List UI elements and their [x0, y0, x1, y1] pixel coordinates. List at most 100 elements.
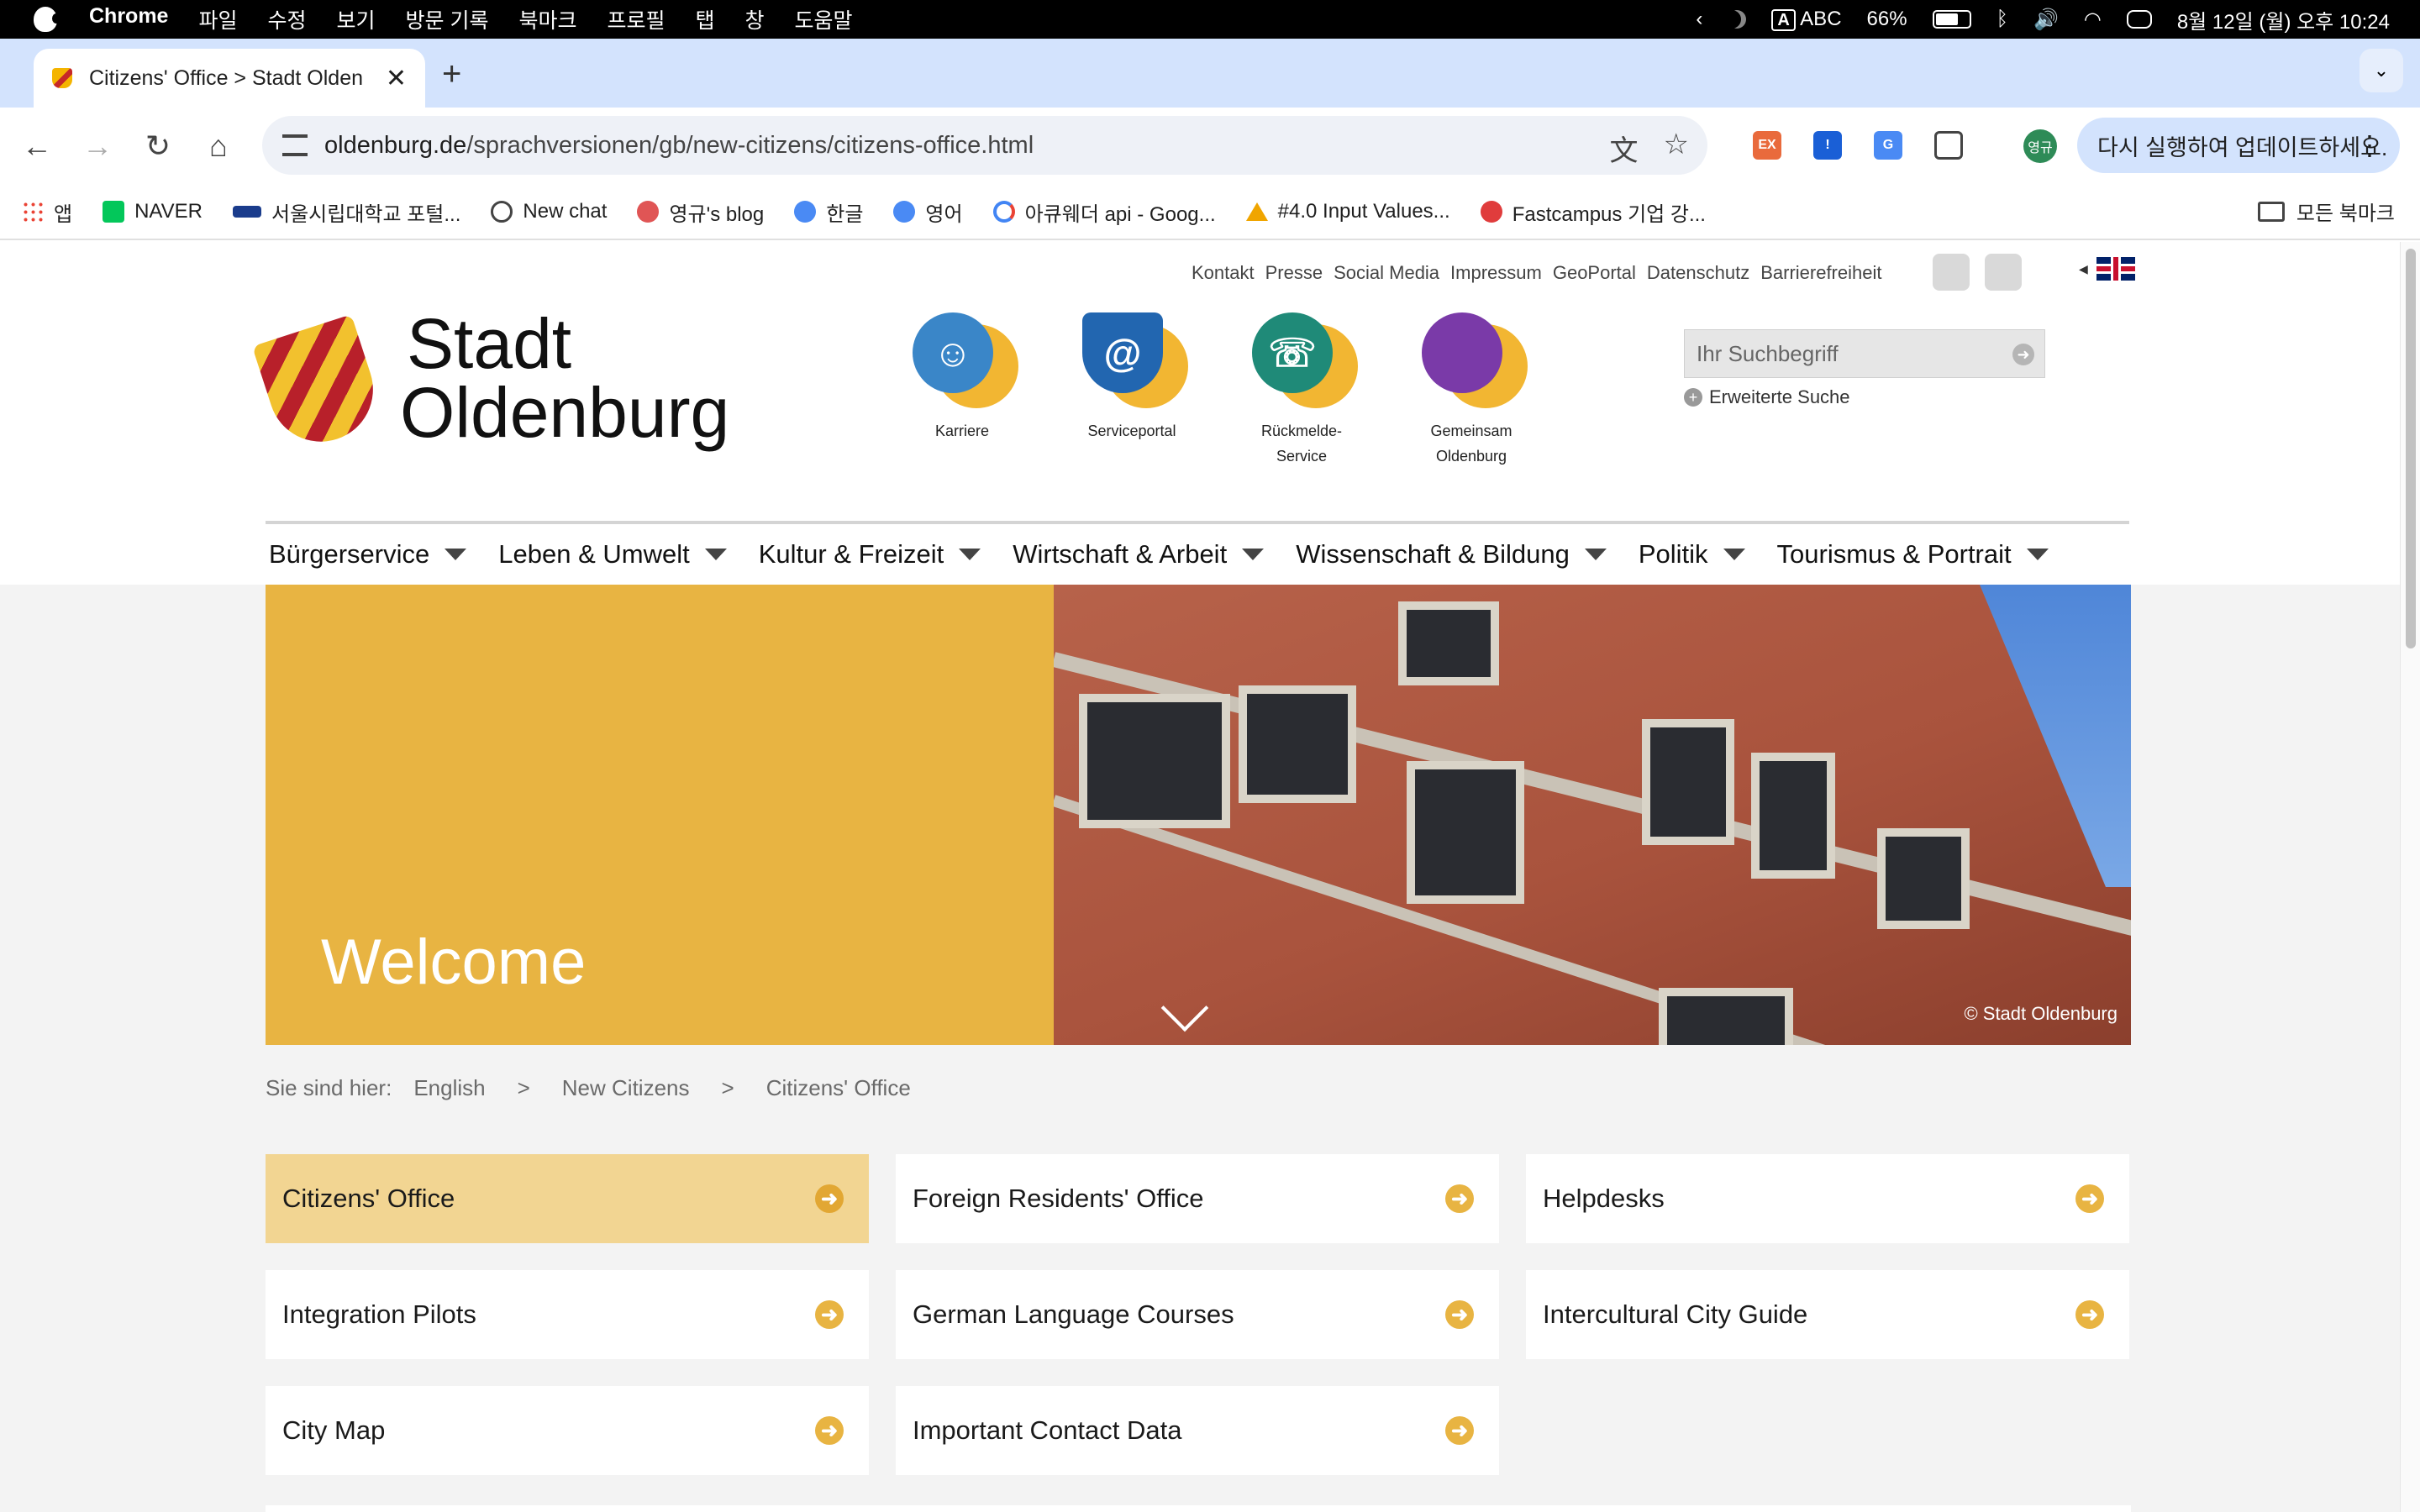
address-bar[interactable]: oldenburg.de/sprachversionen/gb/new-citi…: [262, 116, 1707, 175]
bookmark-naver[interactable]: NAVER: [103, 200, 203, 223]
quicklink-label: Rückmelde-Service: [1260, 423, 1343, 465]
menu-tab[interactable]: 탭: [696, 4, 715, 34]
menu-bookmarks[interactable]: 북마크: [518, 4, 576, 34]
scrollbar-thumb[interactable]: [2406, 249, 2416, 648]
all-bookmarks[interactable]: 모든 북마크: [2257, 197, 2395, 226]
tile-city-map[interactable]: City Map ➜: [266, 1386, 869, 1475]
link-geoportal[interactable]: GeoPortal: [1553, 262, 1636, 284]
google-translate-icon[interactable]: G: [1874, 131, 1902, 160]
link-datenschutz[interactable]: Datenschutz: [1647, 262, 1749, 284]
advanced-search-label: Erweiterte Suche: [1709, 386, 1850, 407]
bookmark-apps[interactable]: 앱: [22, 197, 72, 227]
nav-tourismus-portrait[interactable]: Tourismus & Portrait: [1777, 539, 2049, 570]
apple-logo-icon[interactable]: [34, 7, 60, 32]
menu-window[interactable]: 창: [745, 4, 765, 34]
breadcrumb-citizens-office[interactable]: Citizens' Office: [766, 1075, 911, 1101]
tile-integration-pilots[interactable]: Integration Pilots ➜: [266, 1270, 869, 1359]
breadcrumb-new-citizens[interactable]: New Citizens: [562, 1075, 690, 1101]
nav-wirtschaft-arbeit[interactable]: Wirtschaft & Arbeit: [1013, 539, 1265, 570]
bookmark-blog[interactable]: 영규's blog: [637, 197, 764, 227]
link-barrierefreiheit[interactable]: Barrierefreiheit: [1760, 262, 1881, 284]
home-icon[interactable]: ⌂: [197, 124, 240, 168]
bookmark-english[interactable]: 영어: [893, 197, 963, 227]
image-credit: © Stadt Oldenburg: [1964, 1003, 2118, 1024]
page-scrollbar[interactable]: [2400, 242, 2420, 1512]
tile-german-language-courses[interactable]: German Language Courses ➜: [896, 1270, 1499, 1359]
menu-file[interactable]: 파일: [198, 4, 237, 34]
tab-citizens-office[interactable]: Citizens' Office > Stadt Olden ✕: [34, 49, 425, 108]
kebab-menu-icon[interactable]: ⋮: [2356, 129, 2383, 161]
speech-bubbles-icon: [1415, 312, 1528, 413]
menu-app-name[interactable]: Chrome: [89, 4, 168, 34]
menu-help[interactable]: 도움말: [795, 4, 853, 34]
link-social-media[interactable]: Social Media: [1334, 262, 1439, 284]
bookmark-accuweather[interactable]: 아큐웨더 api - Goog...: [992, 197, 1216, 227]
nav-wissenschaft-bildung[interactable]: Wissenschaft & Bildung: [1296, 539, 1607, 570]
easy-language-icon[interactable]: [1933, 254, 1970, 291]
back-arrow-icon[interactable]: ←: [15, 124, 59, 168]
menu-edit[interactable]: 수정: [267, 4, 306, 34]
hero-window: [1751, 753, 1835, 879]
link-presse[interactable]: Presse: [1265, 262, 1323, 284]
translate-icon[interactable]: 文: [1610, 128, 1639, 169]
battery-icon[interactable]: [1932, 10, 1971, 29]
language-switcher[interactable]: ◀: [2079, 257, 2135, 281]
tile-important-contact-data[interactable]: Important Contact Data ➜: [896, 1386, 1499, 1475]
extension-ex-icon[interactable]: EX: [1753, 131, 1781, 160]
chevron-left-icon[interactable]: ‹: [1696, 8, 1702, 31]
site-logo[interactable]: Stadt Oldenburg: [252, 308, 738, 455]
bluetooth-icon[interactable]: ᛒ: [1996, 8, 2008, 31]
nav-kultur-freizeit[interactable]: Kultur & Freizeit: [759, 539, 981, 570]
new-tab-plus-icon[interactable]: +: [442, 55, 461, 93]
nav-politik[interactable]: Politik: [1639, 539, 1745, 570]
advanced-search-link[interactable]: + Erweiterte Suche: [1684, 386, 1850, 408]
menu-history[interactable]: 방문 기록: [406, 4, 489, 34]
tile-label: Helpdesks: [1543, 1184, 1665, 1213]
quicklink-gemeinsam-oldenburg[interactable]: Gemeinsam Oldenburg: [1408, 312, 1534, 469]
bookmark-new-chat[interactable]: New chat: [491, 200, 607, 223]
profile-avatar[interactable]: 영규: [2023, 129, 2057, 163]
hero-title-panel: Welcome: [266, 585, 1054, 1045]
clock[interactable]: 8월 12일 (월) 오후 10:24: [2177, 5, 2390, 34]
site-search-input[interactable]: Ihr Suchbegriff ➜: [1684, 329, 2045, 378]
search-submit-arrow-icon[interactable]: ➜: [2012, 344, 2034, 365]
menu-view[interactable]: 보기: [337, 4, 376, 34]
tile-citizens-office[interactable]: Citizens' Office ➜: [266, 1154, 869, 1243]
input-source[interactable]: A ABC: [1771, 8, 1842, 31]
bookmark-input-values[interactable]: #4.0 Input Values...: [1245, 200, 1450, 223]
tile-foreign-residents-office[interactable]: Foreign Residents' Office ➜: [896, 1154, 1499, 1243]
menu-profile[interactable]: 프로필: [607, 4, 665, 34]
link-kontakt[interactable]: Kontakt: [1192, 262, 1255, 284]
reload-icon[interactable]: ↻: [136, 124, 180, 168]
site-info-icon[interactable]: [282, 134, 308, 156]
nav-leben-umwelt[interactable]: Leben & Umwelt: [498, 539, 727, 570]
close-tab-icon[interactable]: ✕: [386, 64, 407, 93]
bookmark-label: 아큐웨더 api - Goog...: [1024, 202, 1216, 226]
scroll-down-chevron-icon[interactable]: [1160, 984, 1209, 1032]
quicklink-serviceportal[interactable]: @ Serviceportal: [1069, 312, 1195, 469]
forward-arrow-icon[interactable]: →: [76, 124, 119, 168]
tab-search-chevron-icon[interactable]: ⌄: [2360, 49, 2403, 92]
tile-helpdesks[interactable]: Helpdesks ➜: [1526, 1154, 2129, 1243]
dropdown-caret-icon: [1584, 549, 1607, 560]
focus-moon-icon[interactable]: [1728, 10, 1746, 29]
bookmark-star-icon[interactable]: ☆: [1664, 128, 1689, 169]
tile-intercultural-city-guide[interactable]: Intercultural City Guide ➜: [1526, 1270, 2129, 1359]
link-impressum[interactable]: Impressum: [1450, 262, 1542, 284]
nav-label: Bürgerservice: [269, 539, 430, 569]
extensions-puzzle-icon[interactable]: [1934, 131, 1963, 160]
tile-label: City Map: [282, 1415, 386, 1445]
nav-buergerservice[interactable]: Bürgerservice: [269, 539, 467, 570]
sign-language-icon[interactable]: [1985, 254, 2022, 291]
quicklink-karriere[interactable]: ☺ Karriere: [899, 312, 1025, 469]
bookmark-hangul[interactable]: 한글: [794, 197, 863, 227]
update-button[interactable]: 다시 실행하여 업데이트하세요. ⋮: [2077, 118, 2400, 173]
volume-icon[interactable]: 🔊: [2033, 8, 2059, 32]
quicklink-rueckmelde-service[interactable]: ☏ Rückmelde-Service: [1239, 312, 1365, 469]
wifi-icon[interactable]: ◠: [2084, 8, 2102, 32]
bookmark-uos-portal[interactable]: 서울시립대학교 포털...: [233, 197, 460, 227]
breadcrumb-english[interactable]: English: [413, 1075, 485, 1101]
control-center-icon[interactable]: [2126, 10, 2152, 29]
extension-shield-icon[interactable]: !: [1813, 131, 1842, 160]
bookmark-fastcampus[interactable]: Fastcampus 기업 강...: [1480, 197, 1706, 227]
